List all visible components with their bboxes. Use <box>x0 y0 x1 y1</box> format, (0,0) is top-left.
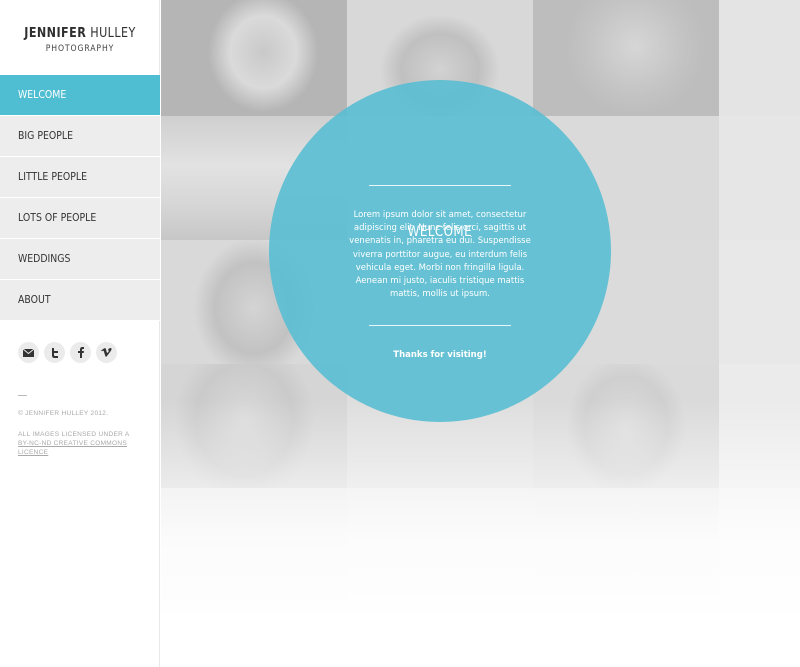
nav-item-label: LOTS OF PEOPLE <box>18 211 97 224</box>
nav-item-label: WEDDINGS <box>18 252 71 265</box>
photo-tile[interactable] <box>533 0 719 116</box>
email-button[interactable] <box>18 342 39 363</box>
main-nav: WELCOME BIG PEOPLE LITTLE PEOPLE LOTS OF… <box>0 75 160 321</box>
twitter-button[interactable] <box>44 342 65 363</box>
brand-first-name: JENNIFER <box>24 26 87 41</box>
photo-tile[interactable] <box>719 240 800 364</box>
facebook-icon <box>77 347 84 358</box>
welcome-top-divider <box>369 185 511 186</box>
welcome-thanks: Thanks for visiting! <box>393 350 487 360</box>
photo-tile[interactable] <box>719 116 800 240</box>
footer-divider <box>18 395 27 396</box>
nav-item-label: BIG PEOPLE <box>18 129 74 142</box>
brand-name: JENNIFER HULLEY <box>11 26 149 41</box>
photo-tile[interactable] <box>347 488 533 612</box>
welcome-bottom-divider <box>369 325 511 326</box>
nav-item-label: LITTLE PEOPLE <box>18 170 87 183</box>
copyright-text: © JENNIFER HULLEY 2012. <box>18 410 109 417</box>
brand-last-name: HULLEY <box>90 26 136 41</box>
nav-item-little-people[interactable]: LITTLE PEOPLE <box>0 157 160 198</box>
site-logo[interactable]: JENNIFER HULLEY PHOTOGRAPHY <box>0 26 160 54</box>
license-link[interactable]: BY-NC-ND CREATIVE COMMONS LICENCE <box>18 440 127 456</box>
nav-item-weddings[interactable]: WEDDINGS <box>0 239 160 280</box>
brand-subtitle: PHOTOGRAPHY <box>45 44 115 54</box>
nav-item-lots-of-people[interactable]: LOTS OF PEOPLE <box>0 198 160 239</box>
welcome-body: Lorem ipsum dolor sit amet, consectetur … <box>349 210 531 300</box>
nav-item-label: WELCOME <box>18 88 67 101</box>
vimeo-icon <box>101 348 112 357</box>
photo-tile[interactable] <box>719 488 800 612</box>
photo-tile[interactable] <box>161 0 347 116</box>
nav-item-big-people[interactable]: BIG PEOPLE <box>0 116 160 157</box>
sidebar: JENNIFER HULLEY PHOTOGRAPHY WELCOME BIG … <box>0 0 160 667</box>
photo-tile[interactable] <box>719 364 800 488</box>
license-text: ALL IMAGES LICENSED UNDER A <box>18 431 130 438</box>
welcome-circle: WELCOME Lorem ipsum dolor sit amet, cons… <box>269 80 611 422</box>
nav-item-welcome[interactable]: WELCOME <box>0 75 160 116</box>
photo-tile[interactable] <box>719 0 800 116</box>
photo-tile[interactable] <box>533 488 719 612</box>
footer: © JENNIFER HULLEY 2012. ALL IMAGES LICEN… <box>18 409 158 457</box>
social-links <box>18 342 117 363</box>
vimeo-button[interactable] <box>96 342 117 363</box>
facebook-button[interactable] <box>70 342 91 363</box>
email-icon <box>23 348 34 357</box>
nav-item-about[interactable]: ABOUT <box>0 280 160 321</box>
photo-tile[interactable] <box>533 364 719 488</box>
twitter-icon <box>52 347 58 358</box>
photo-tile[interactable] <box>161 364 347 488</box>
photo-tile[interactable] <box>161 488 347 612</box>
nav-item-label: ABOUT <box>18 293 51 306</box>
